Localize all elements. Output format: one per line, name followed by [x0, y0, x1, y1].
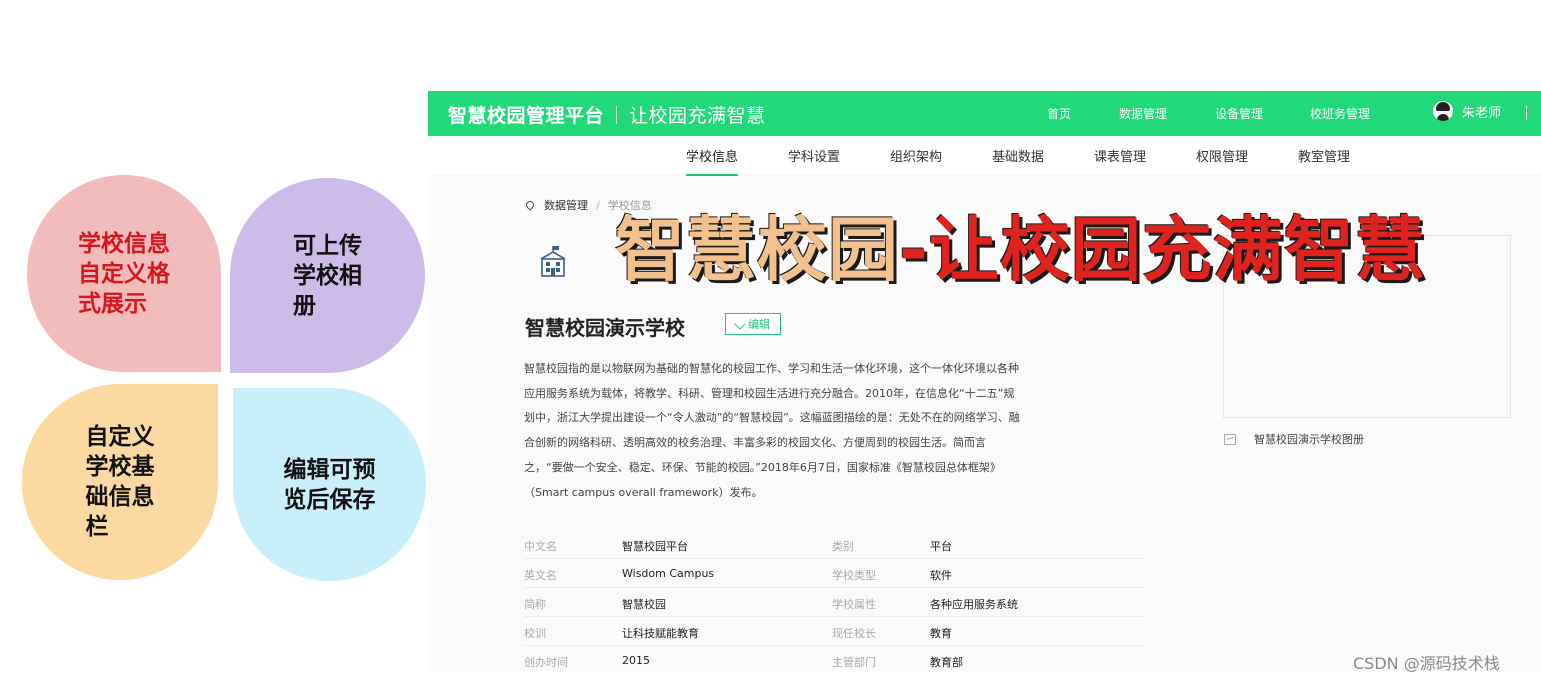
feature-text: 编辑可预 览后保存 — [283, 456, 376, 513]
tab-school-info[interactable]: 学校信息 — [686, 146, 739, 176]
location-pin-icon — [524, 199, 536, 211]
field-label: 校训 — [524, 627, 546, 640]
brand-title[interactable]: 智慧校园管理平台 让校园充满智慧 — [448, 101, 766, 128]
feature-text: 学校信息 自定义格 式展示 — [78, 230, 170, 317]
field-label: 学校属性 — [832, 598, 876, 611]
avatar — [1433, 101, 1453, 121]
nav-device-management[interactable]: 设备管理 — [1215, 105, 1263, 122]
field-label: 类别 — [832, 540, 854, 553]
user-name: 朱老师 — [1462, 105, 1502, 121]
brand-divider — [616, 106, 618, 124]
table-row: 英文名 Wisdom Campus 学校类型 软件 — [524, 559, 1144, 588]
app-window: 智慧校园管理平台 让校园充满智慧 首页 数据管理 设备管理 校班务管理 朱老师 学… — [428, 91, 1541, 671]
overlay-title-part1: 智慧校园 — [615, 209, 899, 291]
tab-base-data[interactable]: 基础数据 — [992, 146, 1044, 165]
overlay-title-part2: -让校园充满智慧 — [899, 209, 1427, 291]
field-value: 软件 — [930, 569, 952, 582]
field-value: 让科技赋能教育 — [622, 627, 699, 640]
feature-petal-basic-info: 自定义 学校基 础信息 栏 — [22, 384, 218, 580]
edit-button-label: 编辑 — [748, 318, 770, 331]
table-row: 校训 让科技赋能教育 现任校长 教育 — [524, 617, 1144, 646]
feature-text: 可上传 学校相 册 — [293, 232, 362, 319]
school-info-table: 中文名 智慧校园平台 类别 平台 英文名 Wisdom Campus 学校类型 … — [524, 530, 1144, 671]
brand-name: 智慧校园管理平台 — [448, 105, 605, 127]
feature-petal-school-info: 学校信息 自定义格 式展示 — [27, 175, 221, 372]
pencil-icon — [734, 318, 746, 330]
school-name: 智慧校园演示学校 — [525, 316, 685, 340]
divider — [1526, 106, 1527, 120]
top-navbar: 智慧校园管理平台 让校园充满智慧 首页 数据管理 设备管理 校班务管理 朱老师 — [428, 91, 1541, 136]
field-value: 教育部 — [930, 656, 963, 669]
tab-timetable[interactable]: 课表管理 — [1094, 146, 1146, 165]
breadcrumb-separator: / — [596, 198, 600, 212]
image-icon — [1224, 433, 1236, 445]
feature-petal-album: 可上传 学校相 册 — [230, 178, 425, 373]
feature-petal-preview: 编辑可预 览后保存 — [233, 388, 426, 581]
tab-classrooms[interactable]: 教室管理 — [1298, 146, 1350, 165]
field-value: 智慧校园平台 — [622, 540, 688, 553]
field-value: 平台 — [930, 540, 952, 553]
nav-class-affairs[interactable]: 校班务管理 — [1310, 105, 1370, 122]
tab-organization[interactable]: 组织架构 — [890, 146, 942, 165]
tab-permissions[interactable]: 权限管理 — [1196, 146, 1248, 165]
field-value: 各种应用服务系统 — [930, 598, 1018, 611]
table-row: 中文名 智慧校园平台 类别 平台 — [524, 530, 1144, 559]
field-label: 现任校长 — [832, 627, 876, 640]
field-label: 简称 — [524, 598, 546, 611]
field-label: 创办时间 — [524, 656, 568, 669]
sub-navbar: 学校信息 学科设置 组织架构 基础数据 课表管理 权限管理 教室管理 — [428, 136, 1541, 176]
school-description: 智慧校园指的是以物联网为基础的智慧化的校园工作、学习和生活一体化环境，这个一体化… — [524, 362, 1020, 499]
field-label: 学校类型 — [832, 569, 876, 582]
album-caption-text: 智慧校园演示学校图册 — [1254, 433, 1364, 446]
nav-data-management[interactable]: 数据管理 — [1119, 105, 1167, 122]
breadcrumb-item[interactable]: 数据管理 — [544, 197, 588, 213]
feature-text: 自定义 学校基 础信息 栏 — [85, 424, 155, 540]
field-label: 中文名 — [524, 540, 557, 553]
field-label: 英文名 — [524, 569, 557, 582]
school-building-icon — [540, 246, 566, 277]
overlay-title: 智慧校园-让校园充满智慧 — [615, 206, 1426, 294]
edit-button[interactable]: 编辑 — [725, 313, 781, 335]
field-value: 教育 — [930, 627, 952, 640]
nav-home[interactable]: 首页 — [1047, 105, 1071, 122]
tab-subjects[interactable]: 学科设置 — [788, 146, 840, 165]
table-row: 简称 智慧校园 学校属性 各种应用服务系统 — [524, 588, 1144, 617]
brand-slogan: 让校园充满智慧 — [629, 105, 766, 127]
user-menu[interactable]: 朱老师 — [1433, 101, 1501, 121]
watermark: CSDN @源码技术栈 — [1353, 654, 1500, 673]
table-row: 创办时间 2015 主管部门 教育部 — [524, 646, 1144, 671]
album-caption[interactable]: 智慧校园演示学校图册 — [1224, 431, 1364, 447]
field-value: Wisdom Campus — [622, 567, 715, 580]
field-value: 智慧校园 — [622, 598, 666, 611]
field-label: 主管部门 — [832, 656, 876, 669]
field-value: 2015 — [622, 654, 650, 667]
